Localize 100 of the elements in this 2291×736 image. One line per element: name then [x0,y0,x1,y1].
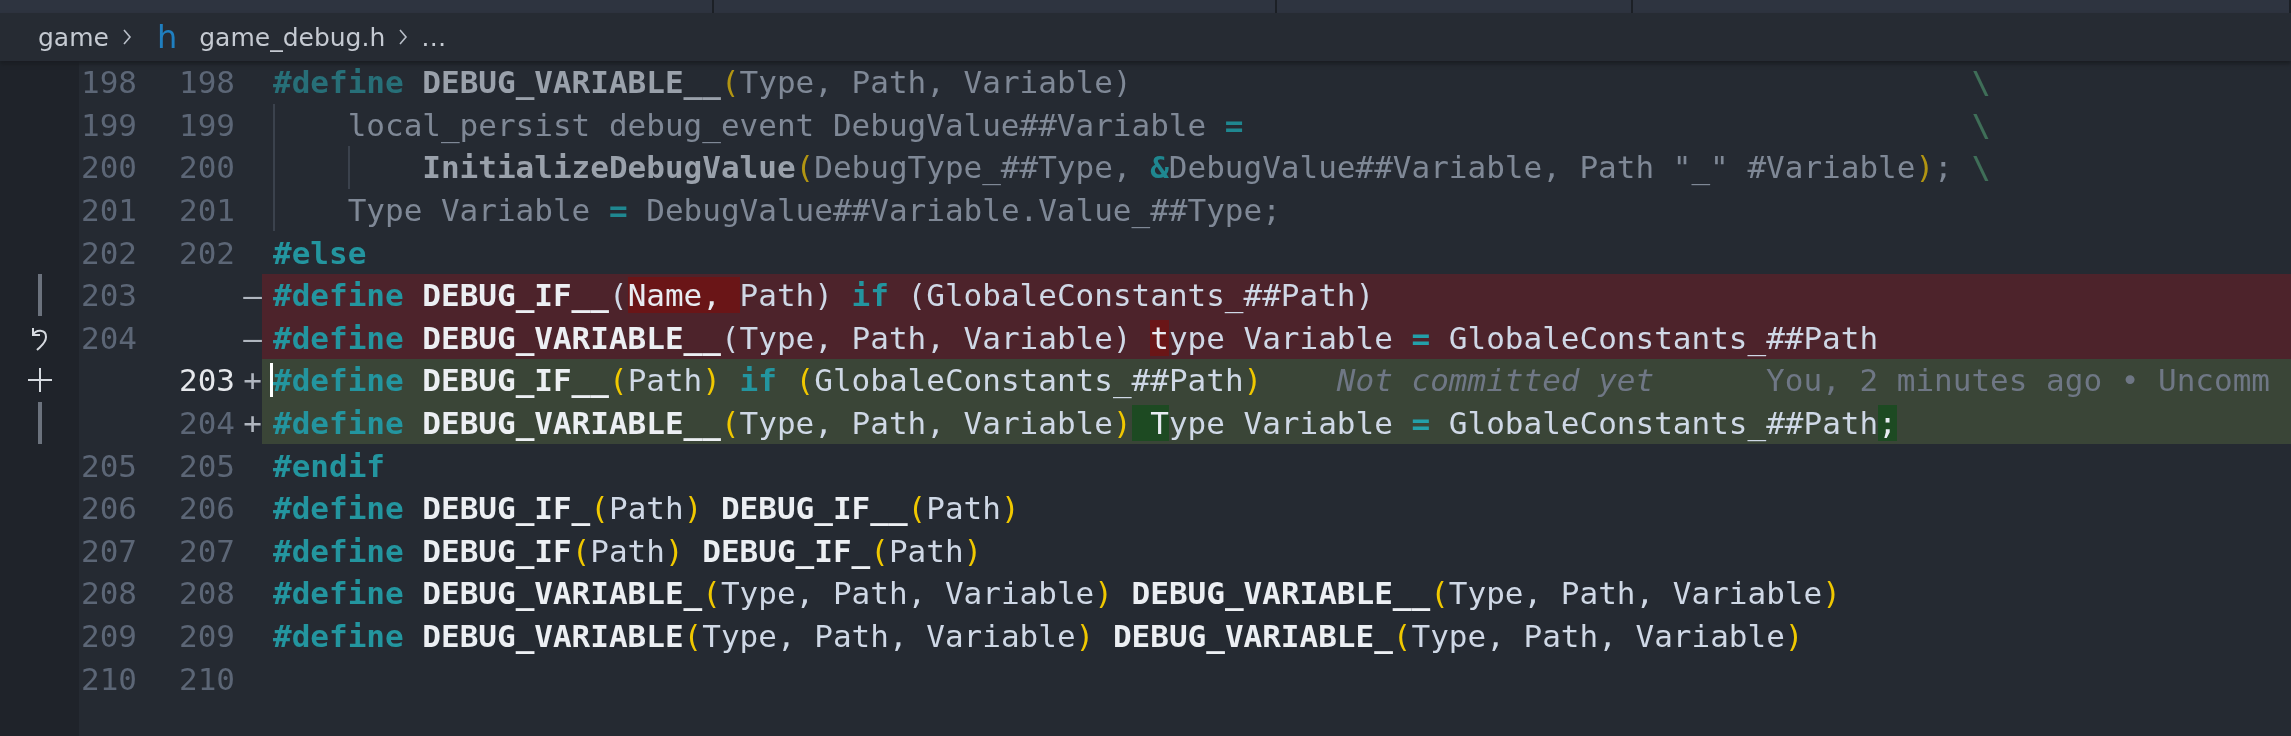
parenthesis: ( [907,490,927,527]
line-number: 202 [81,234,137,271]
parenthesis: ) [963,532,983,569]
keyword-text: #define [273,277,405,314]
line-number: 210 [81,660,137,697]
breadcrumb-item[interactable]: game_debug.h [199,22,386,52]
parenthesis: ) [1822,575,1841,612]
add-icon[interactable] [25,366,54,395]
changed-text: ; [1878,405,1897,442]
parenthesis: ( [590,490,609,527]
line-number: 206 [179,490,235,527]
keyword-text: if [851,277,889,314]
keyword-text: #define [273,405,405,442]
parenthesis: ) [702,362,721,399]
parenthesis: ( [795,149,815,186]
line-number: 200 [81,149,137,186]
diff-sign: — [243,277,262,314]
line-continuation: \ [1971,64,1991,101]
code-text: Path [926,490,1001,527]
parenthesis: ) [1112,405,1132,442]
line-number: 200 [179,149,235,186]
parenthesis: ) [1075,618,1095,654]
line-number: 202 [179,234,235,271]
keyword-text: #define [273,319,405,356]
macro-name: DEBUG_VARIABLE__ [422,319,721,356]
breadcrumb-item[interactable]: game [38,22,109,52]
macro-name: DEBUG_VARIABLE [422,618,684,654]
macro-name: InitializeDebugValue [422,149,796,186]
chevron-icon [397,27,410,47]
parenthesis: ) [664,532,684,569]
parenthesis: ) [1000,490,1020,527]
code-text: Type, Path, Variable [702,618,1076,654]
keyword-text: #define [273,575,405,612]
code-text: GlobaleConstants_##Path [814,362,1244,399]
line-number: 201 [179,192,235,229]
line-number: 199 [179,106,235,143]
macro-name: DEBUG_VARIABLE_ [1111,618,1393,654]
operator: = [1411,405,1431,442]
code-text: ype Variable [1168,319,1394,356]
macro-name: DEBUG_IF_ [701,532,871,569]
parenthesis: ( [720,405,740,442]
code-text: DebugValue##Variable, Path [1168,149,1656,186]
code-text: ( [608,277,628,314]
code-text: ; [1934,149,1953,186]
line-number: 199 [81,106,137,143]
diff-sign: + [243,362,262,399]
macro-name: DEBUG_IF__ [422,362,609,399]
line-number: 208 [81,575,137,612]
code-text: GlobaleConstants_##Path [1447,405,1879,442]
code-text: Type, Path, Variable [720,575,1095,612]
code-text: (Type, Path, Variable) [720,319,1133,356]
parenthesis: ( [702,575,721,612]
line-number: 206 [81,490,137,527]
operator: = [1411,319,1431,356]
breadcrumb-item[interactable]: … [421,22,447,52]
operator: = [1224,106,1244,143]
code-text: local_persist debug_event DebugValue##Variable [347,106,1208,143]
editor-tab[interactable] [0,0,714,13]
line-number: 205 [81,447,137,484]
line-number: 201 [81,192,137,229]
macro-name: DEBUG_IF_ [422,490,591,527]
line-number: 198 [179,64,235,101]
changed-text: Name, [627,277,740,314]
line-number: 209 [81,618,137,654]
code-text: Path [590,532,665,569]
code-text: #Variable [1746,149,1916,186]
parenthesis: ) [1243,362,1263,399]
parenthesis: ( [795,362,815,399]
parenthesis: ( [683,618,703,654]
code-text: Path [608,490,684,527]
parenthesis: ) [1784,618,1804,654]
keyword-text: if [738,362,778,399]
operator: = [608,192,628,229]
editor-tab[interactable] [713,0,1277,13]
operator: & [1150,149,1169,186]
keyword-text: #define [273,490,405,527]
macro-name: DEBUG_VARIABLE_ [422,575,703,612]
line-continuation: \ [1971,149,1991,186]
parenthesis: ( [571,532,591,569]
editor-tab[interactable] [1633,0,2291,13]
code-text: Path [888,532,964,569]
file-type-icon: h [156,18,178,56]
line-number: 203 [179,362,235,399]
code-text: (GlobaleConstants_##Path) [906,277,1375,314]
code-text: Path) [739,277,834,314]
code-text: Type, Path, Variable [1411,618,1785,654]
editor-tab[interactable] [1276,0,1634,13]
line-number: 204 [179,405,235,442]
parenthesis: ( [1430,575,1449,612]
changed-text: T [1131,405,1169,442]
keyword-text: #define [273,532,405,569]
line-number: 205 [179,447,235,484]
code-text: Type Variable [347,192,592,229]
chevron-icon [120,27,133,47]
parenthesis: ( [720,64,740,101]
parenthesis: ) [1094,575,1113,612]
line-number: 198 [81,64,137,101]
line-number: 203 [81,277,137,314]
line-number: 208 [179,575,235,612]
code-text: Path [627,362,703,399]
